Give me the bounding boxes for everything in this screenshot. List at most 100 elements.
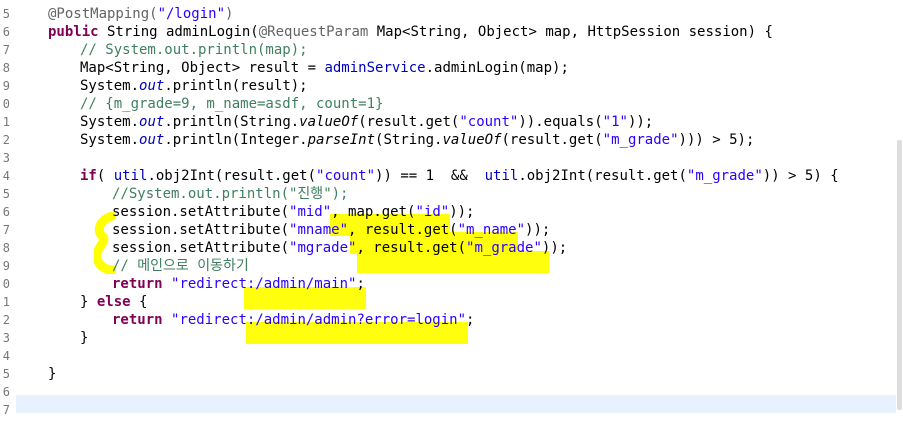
code-line: public String adminLogin(@RequestParam M… [48, 23, 773, 41]
code-token: return [112, 312, 163, 328]
code-token: adminService [324, 60, 426, 76]
code-token: "count" [316, 168, 376, 184]
code-token: "count" [459, 114, 519, 130]
code-token: ( [96, 168, 114, 184]
code-token: , result.get( [356, 240, 467, 256]
code-token: .adminLogin(map); [425, 60, 569, 76]
code-token: .println(Integer. [164, 132, 308, 148]
code-token: , map.get( [331, 204, 416, 220]
line-number: 3 [2, 151, 10, 165]
code-token: "id" [415, 204, 450, 220]
code-line: session.setAttribute("mid", map.get("id"… [112, 203, 474, 221]
line-number: 9 [2, 79, 10, 93]
code-token: .obj2Int(result.get( [518, 168, 687, 184]
code-token: @RequestParam [258, 24, 369, 40]
line-number: 7 [2, 403, 10, 417]
code-token: out [139, 78, 165, 94]
code-token: "mname" [289, 222, 349, 238]
code-token: .obj2Int(result.get( [147, 168, 317, 184]
code-token: (String. [375, 132, 443, 148]
code-token: "m_grade" [466, 240, 542, 256]
code-token: "1" [602, 114, 628, 130]
code-line: return "redirect:/admin/main"; [112, 275, 365, 293]
code-token: else [96, 294, 131, 310]
line-number-gutter: 5 6 7 8 9 0 1 2 3 4 5 6 7 8 9 0 1 2 3 4 5 6 7 [0, 0, 16, 423]
code-token: // System.out.println(map); [80, 42, 308, 58]
code-token: session.setAttribute( [112, 222, 290, 238]
code-line: //System.out.println("진행"); [112, 185, 348, 203]
line-number: 9 [2, 259, 10, 273]
code-token: .println(result); [164, 78, 308, 94]
code-token: System. [80, 78, 140, 94]
line-number: 5 [2, 7, 10, 21]
code-token: "m_name" [457, 222, 526, 238]
code-token: session.setAttribute( [112, 240, 290, 256]
line-number: 7 [2, 223, 10, 237]
code-token: (result.get( [358, 114, 460, 130]
code-token: } [80, 330, 89, 346]
code-token: (result.get( [501, 132, 603, 148]
code-token: "mgrade" [289, 240, 357, 256]
code-token: "redirect:/admin/main" [171, 276, 357, 292]
code-token: )); [541, 240, 568, 256]
code-token: session.setAttribute( [112, 204, 290, 220]
code-line: } [48, 365, 56, 383]
code-token: parseInt [307, 132, 376, 148]
vertical-scrollbar[interactable] [896, 0, 903, 423]
code-token: public [48, 24, 99, 40]
code-line: // {m_grade=9, m_name=asdf, count=1} [80, 95, 383, 113]
line-number: 8 [2, 61, 10, 75]
code-token: System. [80, 132, 140, 148]
code-token: out [139, 132, 165, 148]
line-number: 3 [2, 331, 10, 345]
line-number: 4 [2, 349, 10, 363]
line-number: 5 [2, 367, 10, 381]
code-editor[interactable]: 5 6 7 8 9 0 1 2 3 4 5 6 7 8 9 0 1 2 3 4 5 6 7 @PostMapping("/l… [0, 0, 903, 423]
code-line: if( util.obj2Int(result.get("count")) ==… [80, 167, 839, 185]
code-line: Map<String, Object> result = adminServic… [80, 59, 569, 77]
code-token: } [48, 366, 57, 382]
code-token: ))) > 5); [678, 132, 755, 148]
code-token: } [80, 294, 97, 310]
code-line: System.out.println(String.valueOf(result… [80, 113, 653, 131]
code-line: } [80, 329, 88, 347]
line-number: 1 [2, 115, 10, 129]
line-number: 2 [2, 133, 10, 147]
code-line: return "redirect:/admin/admin?error=logi… [112, 311, 474, 329]
code-token: "m_grade" [686, 168, 763, 184]
code-token: )) > 5) { [762, 168, 839, 184]
code-token: ; [356, 276, 365, 292]
line-number: 4 [2, 169, 10, 183]
code-token: , result.get( [348, 222, 458, 238]
code-token: )).equals( [518, 114, 603, 130]
code-token: ) [225, 6, 234, 22]
code-token: .println(String. [164, 114, 300, 130]
code-token: out [139, 114, 165, 130]
line-number: 5 [2, 187, 10, 201]
code-line: System.out.println(Integer.parseInt(Stri… [80, 131, 754, 149]
code-token: "mid" [289, 204, 332, 220]
code-token: System. [80, 114, 140, 130]
code-token: // 메인으로 이동하기 [112, 258, 249, 274]
code-token: util [113, 168, 148, 184]
code-line: session.setAttribute("mname", result.get… [112, 221, 550, 239]
code-line: System.out.println(result); [80, 77, 308, 95]
code-line: // 메인으로 이동하기 [112, 257, 249, 275]
code-token: "m_grade" [602, 132, 679, 148]
line-number: 1 [2, 295, 10, 309]
code-token: if [80, 168, 97, 184]
code-line: session.setAttribute("mgrade", result.ge… [112, 239, 567, 257]
line-number: 6 [2, 385, 10, 399]
code-token: //System.out.println("진행"); [112, 186, 349, 202]
code-token: Map<String, Object> result = [80, 60, 325, 76]
code-line: } else { [80, 293, 147, 311]
code-token: @PostMapping( [48, 6, 158, 22]
code-line: @PostMapping("/login") [48, 5, 233, 23]
line-number: 0 [2, 277, 10, 291]
code-token: valueOf [299, 114, 359, 130]
code-token: { [130, 294, 148, 310]
code-token: return [112, 276, 163, 292]
code-token: "redirect:/admin/admin?error=login" [171, 312, 467, 328]
scrollbar-thumb[interactable] [897, 140, 902, 410]
